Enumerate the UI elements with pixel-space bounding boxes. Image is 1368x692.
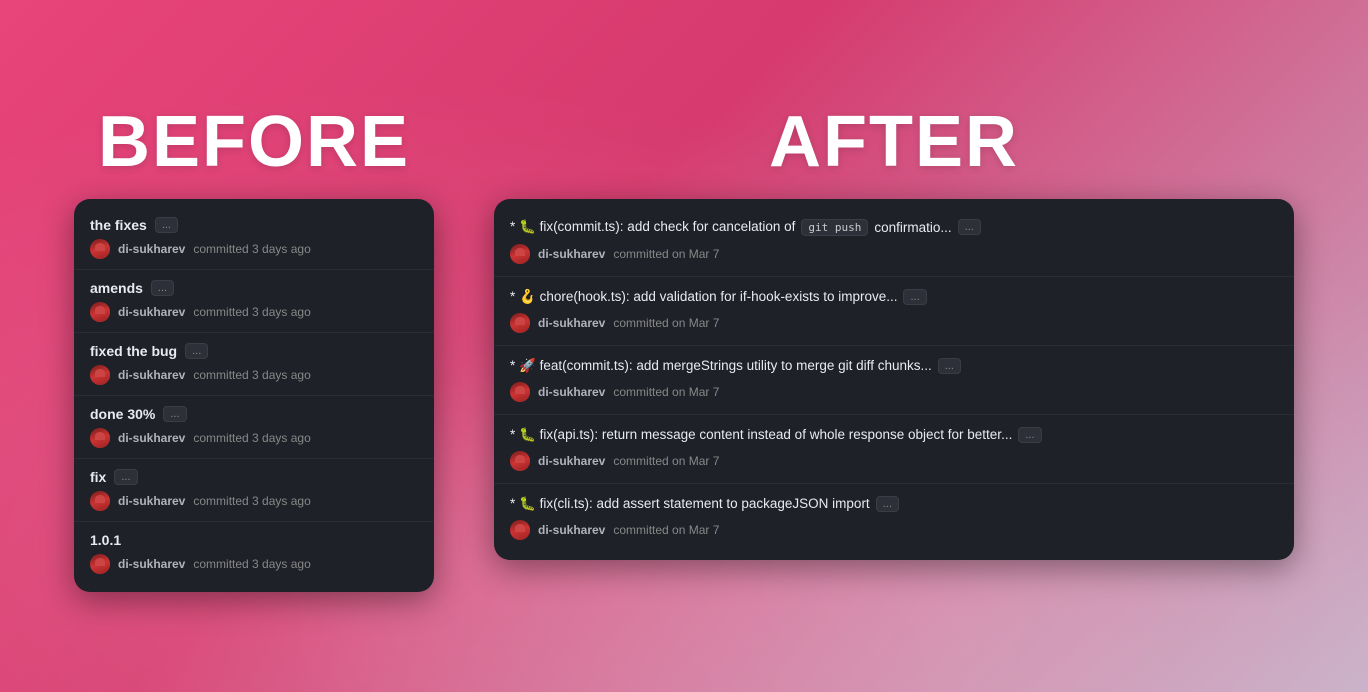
commit-title: amends	[90, 280, 143, 296]
commit-row: the fixes ... di-sukharev committed 3 da…	[74, 207, 434, 270]
commit-time: committed 3 days ago	[193, 368, 310, 382]
commit-author: di-sukharev	[538, 385, 605, 399]
commit-meta: di-sukharev committed on Mar 7	[510, 313, 1278, 333]
commit-meta: di-sukharev committed on Mar 7	[510, 520, 1278, 540]
commit-title-text: * 🐛 fix(cli.ts): add assert statement to…	[510, 496, 870, 512]
avatar	[90, 302, 110, 322]
commit-title-row: fixed the bug ...	[90, 343, 418, 359]
commit-time: committed 3 days ago	[193, 431, 310, 445]
commit-meta: di-sukharev committed on Mar 7	[510, 244, 1278, 264]
commit-meta: di-sukharev committed 3 days ago	[90, 239, 418, 259]
commit-badge[interactable]: ...	[938, 358, 961, 374]
commit-title: done 30%	[90, 406, 155, 422]
commit-meta: di-sukharev committed 3 days ago	[90, 365, 418, 385]
commit-badge[interactable]: ...	[876, 496, 899, 512]
commit-meta: di-sukharev committed 3 days ago	[90, 554, 418, 574]
commit-author: di-sukharev	[118, 368, 185, 382]
before-card: the fixes ... di-sukharev committed 3 da…	[74, 199, 434, 592]
commit-time: committed on Mar 7	[613, 454, 719, 468]
after-label: AFTER	[769, 101, 1019, 183]
commit-meta: di-sukharev committed on Mar 7	[510, 382, 1278, 402]
avatar	[510, 451, 530, 471]
commit-author: di-sukharev	[538, 247, 605, 261]
commit-row: done 30% ... di-sukharev committed 3 day…	[74, 396, 434, 459]
commit-title-row: the fixes ...	[90, 217, 418, 233]
after-column: AFTER * 🐛 fix(commit.ts): add check for …	[494, 101, 1294, 560]
commit-row: 1.0.1 di-sukharev committed 3 days ago	[74, 522, 434, 584]
commit-time: committed on Mar 7	[613, 247, 719, 261]
avatar	[90, 239, 110, 259]
commit-meta: di-sukharev committed 3 days ago	[90, 428, 418, 448]
commit-time: committed 3 days ago	[193, 494, 310, 508]
commit-title-row: amends ...	[90, 280, 418, 296]
commit-author: di-sukharev	[118, 431, 185, 445]
commit-author: di-sukharev	[118, 557, 185, 571]
commit-title-row: 1.0.1	[90, 532, 418, 548]
after-card: * 🐛 fix(commit.ts): add check for cancel…	[494, 199, 1294, 560]
commit-row: * 🚀 feat(commit.ts): add mergeStrings ut…	[494, 346, 1294, 415]
commit-title: fix	[90, 469, 106, 485]
commit-row: amends ... di-sukharev committed 3 days …	[74, 270, 434, 333]
commit-title-row: fix ...	[90, 469, 418, 485]
commit-time: committed 3 days ago	[193, 557, 310, 571]
commit-author: di-sukharev	[538, 454, 605, 468]
commit-author: di-sukharev	[538, 316, 605, 330]
code-badge: git push	[801, 219, 868, 236]
commit-author: di-sukharev	[538, 523, 605, 537]
commit-time: committed on Mar 7	[613, 523, 719, 537]
commit-row: fixed the bug ... di-sukharev committed …	[74, 333, 434, 396]
commit-badge[interactable]: ...	[163, 406, 186, 422]
commit-title-row: * 🐛 fix(api.ts): return message content …	[510, 427, 1278, 443]
commit-title-text: * 🐛 fix(api.ts): return message content …	[510, 427, 1012, 443]
commit-badge[interactable]: ...	[1018, 427, 1041, 443]
commit-badge[interactable]: ...	[155, 217, 178, 233]
avatar	[510, 382, 530, 402]
commit-title-row: * 🐛 fix(cli.ts): add assert statement to…	[510, 496, 1278, 512]
commit-meta: di-sukharev committed 3 days ago	[90, 302, 418, 322]
main-container: BEFORE the fixes ... di-sukharev committ…	[54, 81, 1314, 612]
commit-row: fix ... di-sukharev committed 3 days ago	[74, 459, 434, 522]
commit-author: di-sukharev	[118, 242, 185, 256]
commit-title: fixed the bug	[90, 343, 177, 359]
commit-meta: di-sukharev committed 3 days ago	[90, 491, 418, 511]
avatar	[90, 491, 110, 511]
avatar	[90, 428, 110, 448]
commit-title-text: * 🚀 feat(commit.ts): add mergeStrings ut…	[510, 358, 932, 374]
commit-title-text: * 🪝 chore(hook.ts): add validation for i…	[510, 289, 897, 305]
commit-badge[interactable]: ...	[114, 469, 137, 485]
commit-time: committed on Mar 7	[613, 316, 719, 330]
before-column: BEFORE the fixes ... di-sukharev committ…	[74, 101, 434, 592]
commit-author: di-sukharev	[118, 494, 185, 508]
commit-title-cont: confirmatio...	[874, 220, 951, 235]
commit-title-text: * 🐛 fix(commit.ts): add check for cancel…	[510, 219, 795, 235]
commit-row: * 🐛 fix(commit.ts): add check for cancel…	[494, 207, 1294, 277]
commit-meta: di-sukharev committed on Mar 7	[510, 451, 1278, 471]
commit-badge[interactable]: ...	[185, 343, 208, 359]
commit-title-row: * 🐛 fix(commit.ts): add check for cancel…	[510, 219, 1278, 236]
commit-time: committed 3 days ago	[193, 242, 310, 256]
before-label: BEFORE	[98, 101, 410, 183]
commit-row: * 🪝 chore(hook.ts): add validation for i…	[494, 277, 1294, 346]
commit-title-row: * 🪝 chore(hook.ts): add validation for i…	[510, 289, 1278, 305]
commit-author: di-sukharev	[118, 305, 185, 319]
commit-title: the fixes	[90, 217, 147, 233]
commit-badge[interactable]: ...	[903, 289, 926, 305]
avatar	[510, 244, 530, 264]
avatar	[510, 520, 530, 540]
commit-title-row: * 🚀 feat(commit.ts): add mergeStrings ut…	[510, 358, 1278, 374]
commit-row: * 🐛 fix(api.ts): return message content …	[494, 415, 1294, 484]
commit-row: * 🐛 fix(cli.ts): add assert statement to…	[494, 484, 1294, 552]
avatar	[90, 365, 110, 385]
commit-badge[interactable]: ...	[958, 219, 981, 235]
avatar	[510, 313, 530, 333]
commit-badge[interactable]: ...	[151, 280, 174, 296]
commit-title-row: done 30% ...	[90, 406, 418, 422]
avatar	[90, 554, 110, 574]
commit-time: committed 3 days ago	[193, 305, 310, 319]
commit-time: committed on Mar 7	[613, 385, 719, 399]
commit-title: 1.0.1	[90, 532, 121, 548]
